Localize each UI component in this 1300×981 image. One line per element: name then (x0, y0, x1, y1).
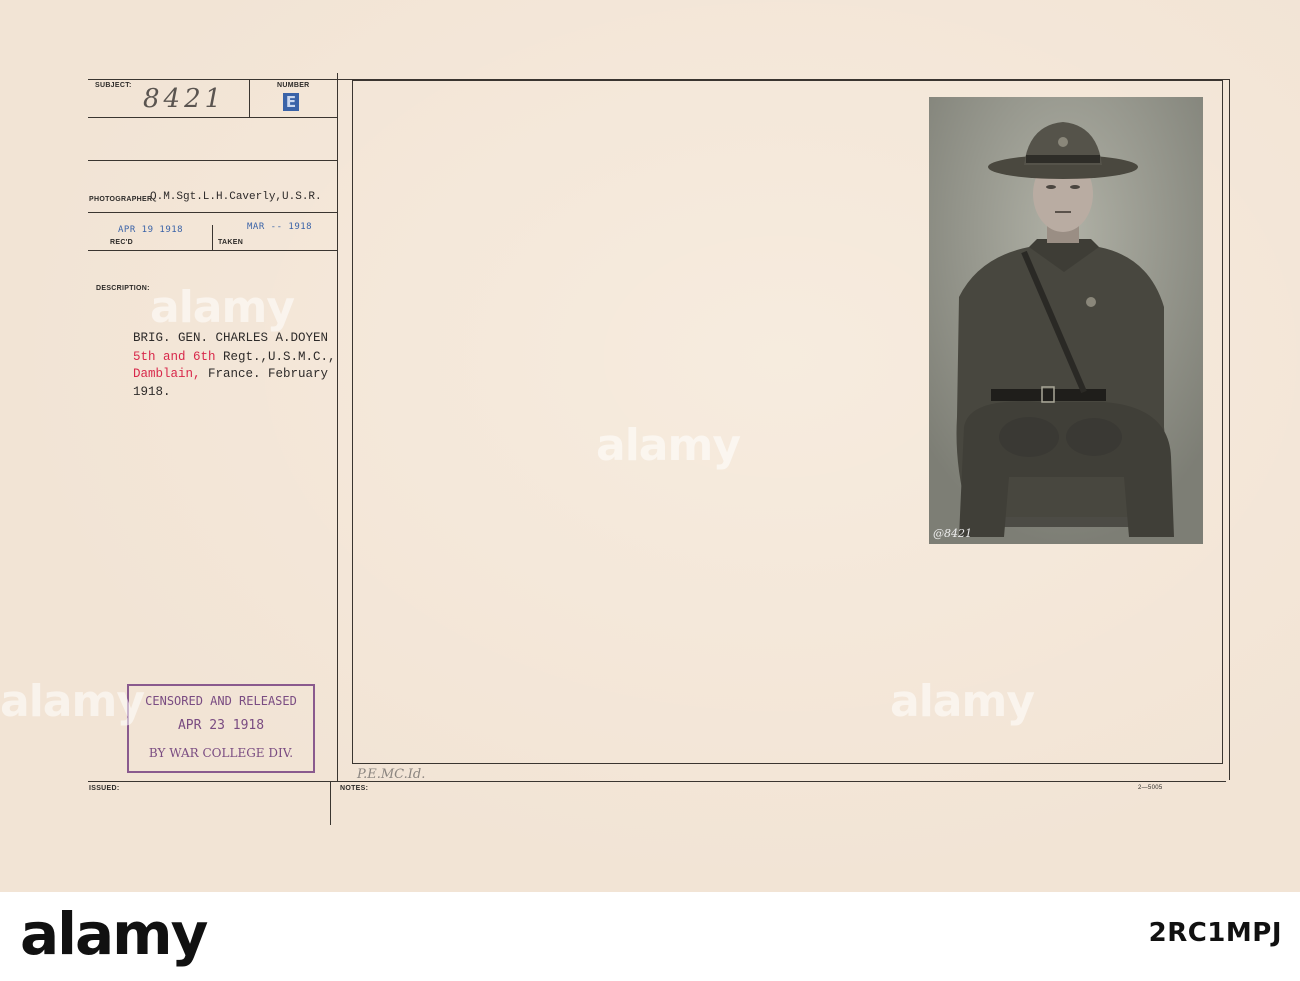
subject-bottom-rule (88, 117, 337, 118)
censor-line-2: APR 23 1918 (177, 718, 265, 733)
dates-divider (212, 225, 213, 250)
issued-label: ISSUED: (89, 785, 120, 792)
regiment-text: 5th and 6th (133, 350, 216, 364)
watermark-bottom-left: alamy (0, 676, 145, 727)
description-line-2: 5th and 6th Regt.,U.S.M.C., (133, 350, 336, 364)
description-line-3: Damblain, France. February (133, 367, 328, 381)
location-rest: France. February (200, 367, 329, 381)
number-mark: E (283, 93, 299, 111)
number-divider (249, 79, 250, 117)
notes-label: NOTES: (340, 785, 369, 792)
taken-date: MAR -- 1918 (247, 222, 313, 232)
description-label: DESCRIPTION: (96, 285, 150, 292)
received-date: APR 19 1918 (118, 225, 184, 235)
right-edge-rule (1229, 80, 1230, 780)
notes-handwriting: P.E.MC.Id. (357, 767, 426, 782)
photo-caption: @8421 (933, 527, 972, 540)
censor-line-1: CENSORED AND RELEASED (145, 694, 297, 708)
description-line-1: BRIG. GEN. CHARLES A.DOYEN (133, 331, 329, 345)
photographer-top-rule (88, 160, 337, 161)
issued-divider (330, 781, 331, 825)
stock-footer-bar: alamy 2RC1MPJ (0, 892, 1300, 981)
subject-number: 8421 (143, 84, 226, 114)
officer-portrait-image (929, 97, 1203, 544)
censor-stamp: CENSORED AND RELEASED APR 23 1918 BY WAR… (127, 684, 315, 773)
watermark-left: alamy (150, 282, 295, 333)
watermark-center: alamy (596, 420, 741, 471)
dates-bottom-rule (88, 250, 337, 251)
photographer-label: PHOTOGRAPHER (89, 196, 153, 203)
number-label: NUMBER (277, 82, 310, 89)
issued-top-rule (88, 781, 1226, 782)
received-label: REC'D (110, 239, 133, 246)
form-number: 2—5005 (1138, 785, 1163, 791)
regiment-rest: Regt.,U.S.M.C., (215, 350, 336, 364)
photographer-name: Q.M.Sgt.L.H.Caverly,U.S.R. (150, 191, 322, 203)
left-column-rule (337, 73, 338, 781)
subject-label: SUBJECT: (95, 82, 132, 89)
portrait-photograph: @8421 (929, 97, 1203, 544)
watermark-bottom-right: alamy (890, 676, 1035, 727)
censor-line-3: BY WAR COLLEGE DIV. (148, 746, 294, 760)
photographer-bottom-rule (88, 212, 337, 213)
description-line-4: 1918. (133, 385, 171, 399)
archival-photo-card: SUBJECT: 8421 NUMBER E PHOTOGRAPHER Q.M.… (0, 0, 1300, 892)
footer-brand-logo: alamy (20, 900, 208, 968)
location-text: Damblain, (133, 367, 201, 381)
taken-label: TAKEN (218, 239, 244, 246)
footer-image-id: 2RC1MPJ (1148, 918, 1282, 948)
